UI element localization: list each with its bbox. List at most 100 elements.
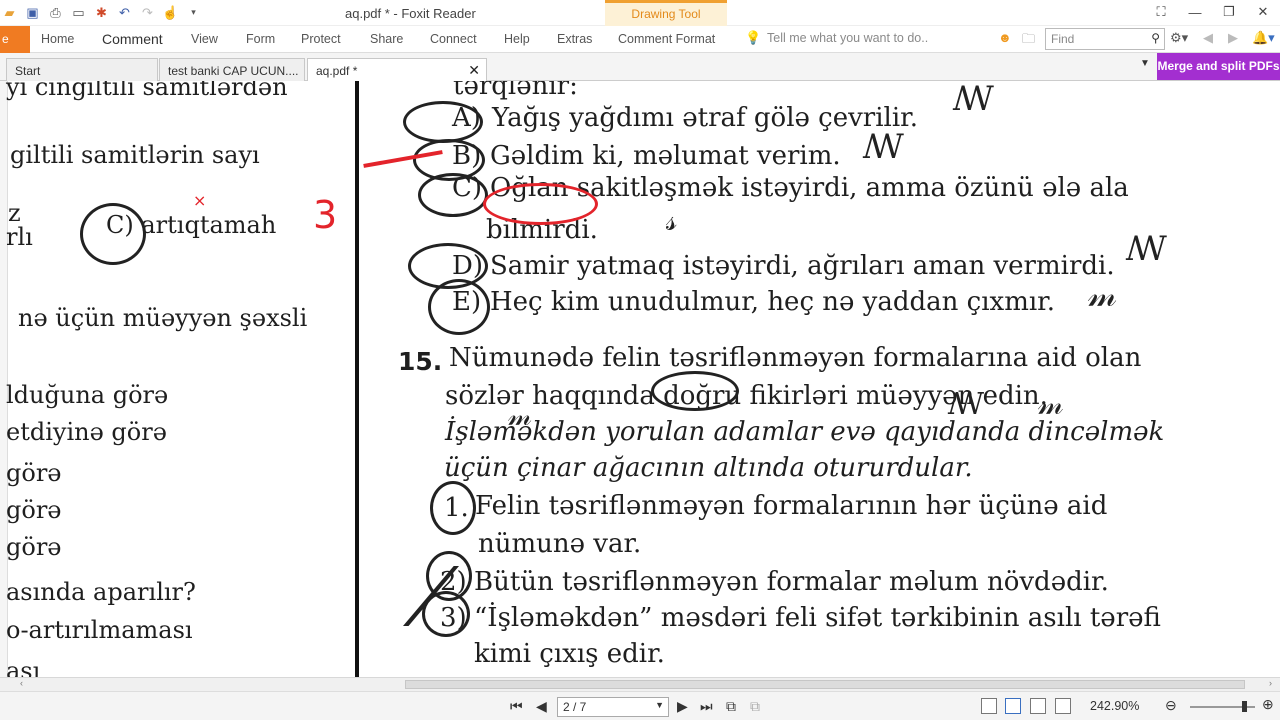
statement-text: “İşləməkdən” məsdəri feli sifət tərkibin… — [474, 603, 1161, 633]
window-icon[interactable]: ▭ — [69, 3, 88, 22]
horizontal-scrollbar[interactable]: ‹ › — [0, 677, 1280, 691]
undo-icon[interactable]: ↶ — [115, 3, 134, 22]
previous-view-icon[interactable]: ⧉ — [726, 698, 736, 715]
folder-search-icon[interactable]: 🗀 — [1022, 30, 1035, 52]
tab-label: test banki CAP UCUN.... — [168, 64, 299, 78]
handwritten-scribble: ꟿ — [953, 81, 994, 119]
facing-page-icon[interactable] — [1030, 698, 1046, 714]
tab-label: aq.pdf * — [316, 64, 358, 78]
menu-extras[interactable]: Extras — [557, 32, 592, 46]
zoom-in-icon[interactable]: ⊕ — [1262, 696, 1274, 713]
menu-help[interactable]: Help — [504, 32, 530, 46]
print-icon[interactable]: ⎙ — [46, 3, 65, 22]
red-x-mark: × — [193, 191, 207, 210]
handwritten-circle — [80, 203, 146, 265]
page-number-value: 2 / 7 — [563, 700, 587, 714]
menu-connect[interactable]: Connect — [430, 32, 477, 46]
window-controls: ⛶ — ❐ ✕ — [1144, 0, 1280, 24]
first-page-icon[interactable]: ⏮ — [510, 698, 523, 715]
menu-view[interactable]: View — [191, 32, 218, 46]
menu-comment[interactable]: Comment — [102, 31, 163, 47]
merge-split-button[interactable]: Merge and split PDFs — [1157, 53, 1280, 80]
new-icon[interactable]: ✱ — [92, 3, 111, 22]
question-number: 15. — [398, 347, 443, 376]
text-line: etdiyinə görə — [6, 418, 167, 446]
handwritten-circle — [418, 173, 488, 217]
fullscreen-icon[interactable]: ⛶ — [1144, 0, 1178, 24]
gear-icon[interactable]: ⚙▾ — [1170, 30, 1188, 46]
find-input[interactable]: Find ⚲ — [1045, 28, 1165, 50]
chevron-down-icon[interactable]: ▼ — [655, 700, 664, 710]
zoom-level[interactable]: 242.90% — [1090, 699, 1139, 713]
page-number-field[interactable]: 2 / 7 ▼ — [557, 697, 669, 717]
text-line: asında aparılır? — [6, 578, 196, 606]
text-line: giltili samitlərin sayı — [10, 141, 260, 169]
menu-share[interactable]: Share — [370, 32, 403, 46]
file-tab[interactable]: e — [0, 26, 30, 53]
menu-home[interactable]: Home — [41, 32, 74, 46]
handwritten-scribble: ꟿ — [1126, 229, 1167, 269]
menu-protect[interactable]: Protect — [301, 32, 341, 46]
handwritten-scribble: 𝓂 — [508, 399, 532, 432]
handwritten-scribble: 𝓈 — [666, 203, 678, 238]
handwritten-scribble: ꟿ — [863, 127, 904, 167]
zoom-out-icon[interactable]: ⊖ — [1165, 697, 1177, 714]
handwritten-scribble: 𝓂 — [1038, 387, 1064, 422]
tab-test-banki[interactable]: test banki CAP UCUN.... — [159, 58, 305, 81]
handwritten-circle — [403, 101, 483, 143]
text-line: tərqlənir: — [453, 81, 578, 101]
tab-start[interactable]: Start — [6, 58, 158, 81]
option-d-text: Samir yatmaq istəyirdi, ağrıları aman ve… — [490, 251, 1115, 281]
folder-icon[interactable]: ▰ — [0, 3, 19, 22]
tell-me-input[interactable]: Tell me what you want to do.. — [767, 31, 928, 45]
next-view-icon[interactable]: ⧉ — [750, 698, 760, 715]
handwritten-scribble: ⟋ — [403, 551, 459, 644]
scroll-left-icon[interactable]: ‹ — [20, 678, 23, 688]
continuous-page-icon[interactable] — [1005, 698, 1021, 714]
text-line: ası — [6, 657, 41, 677]
restore-icon[interactable]: ❐ — [1212, 0, 1246, 24]
statement-text: Felin təsriflənməyən formalarının hər üç… — [475, 491, 1108, 521]
menu-comment-format[interactable]: Comment Format — [618, 32, 715, 46]
prev-page-icon[interactable]: ◀ — [536, 698, 547, 715]
text-line: nə üçün müəyyən şəxsli — [18, 304, 308, 332]
single-page-icon[interactable] — [981, 698, 997, 714]
option-b-text: Gəldim ki, məlumat verim. — [490, 141, 841, 171]
find-placeholder: Find — [1051, 32, 1075, 46]
zoom-slider[interactable] — [1190, 701, 1255, 712]
bell-icon[interactable]: 🔔▾ — [1252, 30, 1275, 46]
customize-dropdown-icon[interactable]: ▾ — [184, 3, 203, 22]
menu-form[interactable]: Form — [246, 32, 275, 46]
minimize-icon[interactable]: — — [1178, 0, 1212, 24]
close-icon[interactable]: ✕ — [1246, 0, 1280, 24]
scroll-right-icon[interactable]: › — [1269, 678, 1272, 688]
status-bar: ⏮ ◀ 2 / 7 ▼ ▶ ⏭ ⧉ ⧉ 242.90% ⊖ ⊕ — [0, 691, 1280, 720]
handwritten-circle — [651, 371, 739, 411]
statement-text: nümunə var. — [478, 529, 642, 559]
next-page-icon[interactable]: ▶ — [677, 698, 688, 715]
close-tab-icon[interactable]: ✕ — [468, 62, 480, 79]
save-icon[interactable]: ▣ — [23, 3, 42, 22]
continuous-facing-icon[interactable] — [1055, 698, 1071, 714]
text-line: görə — [6, 533, 62, 561]
tab-list-dropdown-icon[interactable]: ▼ — [1140, 58, 1150, 69]
scroll-thumb[interactable] — [405, 680, 1245, 689]
option-a-text: Yağış yağdımı ətraf gölə çevrilir. — [492, 103, 919, 133]
redo-icon[interactable]: ↷ — [138, 3, 157, 22]
scanned-page: yı cingiltili samitlərdən giltili samitl… — [6, 81, 1280, 677]
tab-aq-pdf[interactable]: aq.pdf * ✕ — [307, 58, 487, 81]
zoom-slider-knob[interactable] — [1242, 701, 1247, 712]
smiley-icon[interactable]: ☻ — [998, 30, 1012, 45]
last-page-icon[interactable]: ⏭ — [700, 698, 713, 715]
title-bar: ▰ ▣ ⎙ ▭ ✱ ↶ ↷ ☝ ▾ aq.pdf * - Foxit Reade… — [0, 0, 1280, 26]
drawing-tool-context-tab[interactable]: Drawing Tool — [605, 0, 727, 26]
text-line: görə — [6, 496, 62, 524]
document-tab-bar: Start test banki CAP UCUN.... aq.pdf * ✕ — [0, 53, 1280, 81]
document-view[interactable]: yı cingiltili samitlərdən giltili samitl… — [0, 81, 1280, 677]
search-icon[interactable]: ⚲ — [1151, 31, 1160, 45]
handwritten-scribble: 𝓂 — [1088, 275, 1117, 315]
back-icon[interactable]: ◀ — [1203, 30, 1213, 46]
text-line: rlı — [6, 223, 33, 251]
hand-tool-icon[interactable]: ☝ — [161, 3, 180, 22]
forward-icon[interactable]: ▶ — [1228, 30, 1238, 46]
